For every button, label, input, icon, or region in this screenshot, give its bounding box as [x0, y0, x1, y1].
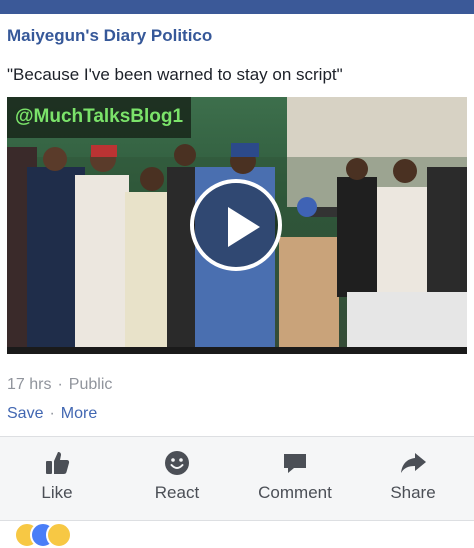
- thumbs-up-icon: [46, 452, 70, 474]
- share-button[interactable]: Share: [376, 437, 450, 520]
- post-action-bar: Like React Comment Share: [0, 436, 474, 521]
- post-meta: 17 hrs · Public: [7, 376, 112, 394]
- comment-button[interactable]: Comment: [246, 437, 344, 520]
- post-privacy: Public: [68, 376, 113, 393]
- links-separator: ·: [49, 405, 55, 422]
- more-link[interactable]: More: [61, 405, 97, 422]
- react-button[interactable]: React: [140, 437, 214, 520]
- play-button[interactable]: [190, 179, 282, 271]
- like-button[interactable]: Like: [22, 437, 92, 520]
- share-arrow-icon: [401, 453, 426, 473]
- wow-reaction-icon: [46, 522, 72, 548]
- video-player[interactable]: @MuchTalksBlog1: [7, 97, 467, 354]
- share-label: Share: [390, 483, 436, 502]
- react-label: React: [154, 483, 200, 502]
- post-links: Save · More: [7, 405, 97, 423]
- like-label: Like: [41, 483, 73, 502]
- comment-label: Comment: [258, 483, 332, 502]
- play-icon: [228, 207, 260, 247]
- post-time[interactable]: 17 hrs: [7, 376, 51, 393]
- video-progress-bar[interactable]: [7, 347, 467, 354]
- save-link[interactable]: Save: [7, 405, 43, 422]
- post-author-link[interactable]: Maiyegun's Diary Politico: [7, 26, 212, 46]
- speech-bubble-icon: [284, 454, 306, 473]
- meta-separator: ·: [57, 376, 63, 393]
- post-text: "Because I've been warned to stay on scr…: [7, 65, 343, 84]
- video-watermark: @MuchTalksBlog1: [7, 97, 192, 138]
- smiley-icon: [165, 451, 189, 475]
- top-app-bar: [0, 0, 474, 14]
